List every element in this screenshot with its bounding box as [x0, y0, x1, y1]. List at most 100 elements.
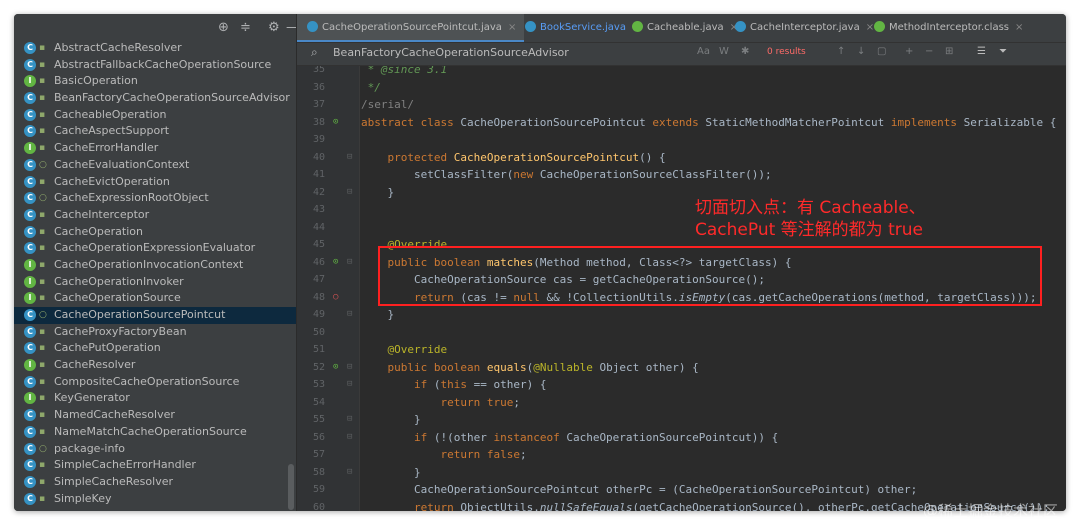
tree-item[interactable]: C ▪ CachePutOperation	[14, 340, 296, 357]
code-line[interactable]: 35 * @since 3.1	[297, 66, 1066, 79]
fold-icon[interactable]: ⊟	[347, 411, 352, 429]
options-icon[interactable]: ☰	[977, 46, 986, 57]
code-text: /serial/	[361, 98, 414, 111]
code-line[interactable]: 37/serial/	[297, 96, 1066, 114]
locate-icon[interactable]: ⊕	[218, 20, 229, 36]
tree-item[interactable]: C ▪ CacheProxyFactoryBean	[14, 324, 296, 341]
search-input[interactable]: BeanFactoryCacheOperationSourceAdvisor	[333, 46, 569, 59]
tree-item[interactable]: C ○ CacheExpressionRootObject	[14, 190, 296, 207]
prev-occurrence-icon[interactable]: ↑	[837, 46, 845, 57]
fold-icon[interactable]: ⊟	[347, 149, 352, 167]
words-toggle[interactable]: W	[719, 46, 729, 57]
editor-tab[interactable]: CacheOperationSourcePointcut.java ×	[297, 14, 525, 42]
fold-icon[interactable]: ⊟	[347, 359, 352, 377]
occurrences-icon[interactable]: ⊞	[945, 46, 953, 57]
code-line[interactable]: 52 ⊙ ⊟ public boolean equals(@Nullable Obj…	[297, 359, 1066, 377]
code-line[interactable]: 42 ⊟ }	[297, 184, 1066, 202]
code-line[interactable]: 38 ⊙ abstract class CacheOperationSourcePo…	[297, 114, 1066, 132]
tree-item[interactable]: I ▪ CacheOperationInvocationContext	[14, 257, 296, 274]
tree-item[interactable]: C ▪ SimpleKey	[14, 491, 296, 508]
file-type-icon	[632, 20, 643, 32]
breakpoint-icon[interactable]: ○	[333, 289, 338, 307]
fold-icon[interactable]: ⊟	[347, 429, 352, 447]
tree-item[interactable]: C ▪ NameMatchCacheOperationSource	[14, 424, 296, 441]
tree-item[interactable]: C ○ CacheEvaluationContext	[14, 157, 296, 174]
regex-icon[interactable]: ✱	[741, 46, 749, 57]
tree-item[interactable]: I ▪ CacheResolver	[14, 357, 296, 374]
access-icon: ▪	[39, 226, 46, 237]
code-text: return false;	[440, 448, 527, 461]
code-line[interactable]: 59 CacheOperationSourcePointcut otherPc …	[297, 481, 1066, 499]
remove-selection-icon[interactable]: −	[925, 46, 933, 57]
fold-icon[interactable]: ⊟	[347, 376, 352, 394]
fold-icon[interactable]: ⊟	[347, 464, 352, 482]
code-line[interactable]: 51 @Override	[297, 341, 1066, 359]
code-line[interactable]: 44	[297, 219, 1066, 237]
line-number: 46	[312, 256, 325, 268]
class-icon: C	[24, 42, 36, 54]
class-icon: C	[24, 175, 36, 188]
class-icon: C	[24, 325, 36, 338]
access-icon: ▪	[39, 259, 46, 270]
override-gutter-icon[interactable]: ⊙	[333, 254, 338, 272]
collapse-icon[interactable]: ≑	[240, 20, 251, 36]
code-line[interactable]: 39	[297, 131, 1066, 149]
match-case-toggle[interactable]: Aa	[697, 46, 710, 57]
select-all-icon[interactable]: ▢	[877, 46, 886, 57]
fold-icon[interactable]: ⊟	[347, 306, 352, 324]
tree-item-label: BasicOperation	[54, 74, 138, 88]
tree-item[interactable]: C ○ package-info	[14, 441, 296, 458]
tree-item[interactable]: C ▪ CacheInterceptor	[14, 207, 296, 224]
tree-item[interactable]: I ▪ CacheErrorHandler	[14, 140, 296, 157]
code-line[interactable]: 40 ⊟ protected CacheOperationSourcePointc…	[297, 149, 1066, 167]
next-occurrence-icon[interactable]: ↓	[857, 46, 865, 57]
tree-item[interactable]: C ▪ BeanFactoryCacheOperationSourceAdvisor	[14, 90, 296, 107]
class-icon: C	[24, 409, 36, 422]
hide-icon[interactable]: —	[286, 20, 296, 36]
code-line[interactable]: 58 ⊟ }	[297, 464, 1066, 482]
tree-item[interactable]: C ▪ SimpleCacheErrorHandler	[14, 457, 296, 474]
tree-item[interactable]: C ▪ AbstractFallbackCacheOperationSource	[14, 57, 296, 74]
code-line[interactable]: 56 ⊟ if (!(other instanceof CacheOperatio…	[297, 429, 1066, 447]
class-icon: C	[24, 108, 36, 121]
override-gutter-icon[interactable]: ⊙	[333, 359, 338, 377]
code-line[interactable]: 57 return false;	[297, 446, 1066, 464]
gear-icon[interactable]: ⚙	[268, 20, 280, 36]
code-line[interactable]: 41 setClassFilter(new CacheOperationSour…	[297, 166, 1066, 184]
editor-tab[interactable]: MethodInterceptor.class ×	[864, 14, 1031, 42]
code-line[interactable]: 36 */	[297, 79, 1066, 97]
tree-item[interactable]: I ▪ CacheOperationInvoker	[14, 274, 296, 291]
project-scrollbar[interactable]	[288, 464, 294, 510]
tree-item[interactable]: C ▪ CacheOperationExpressionEvaluator	[14, 240, 296, 257]
code-line[interactable]: 50	[297, 324, 1066, 342]
tree-item[interactable]: I ▪ BasicOperation	[14, 73, 296, 90]
tree-item[interactable]: I ▪ CacheOperationSource	[14, 290, 296, 307]
code-line[interactable]: 55 ⊟ }	[297, 411, 1066, 429]
tree-item[interactable]: C ▪ NamedCacheResolver	[14, 407, 296, 424]
code-line[interactable]: 53 ⊟ if (this == other) {	[297, 376, 1066, 394]
tree-item[interactable]: C ▪ CacheableOperation	[14, 107, 296, 124]
tree-item[interactable]: C ▪ CacheOperation	[14, 224, 296, 241]
add-selection-icon[interactable]: +	[905, 46, 913, 57]
tree-item[interactable]: C ○ CacheOperationSourcePointcut	[14, 307, 296, 324]
tree-item[interactable]: C ▪ AbstractCacheResolver	[14, 40, 296, 57]
access-icon: ▪	[39, 209, 46, 220]
line-number: 51	[312, 344, 325, 355]
tree-item[interactable]: C ▪ CacheAspectSupport	[14, 123, 296, 140]
tree-item[interactable]: C ▪ CompositeCacheOperationSource	[14, 374, 296, 391]
close-icon[interactable]: ×	[1015, 22, 1023, 33]
tree-item[interactable]: C ▪ CacheEvictOperation	[14, 174, 296, 191]
filter-icon[interactable]: ⏷	[999, 46, 1007, 57]
tab-label: MethodInterceptor.class	[889, 22, 1009, 33]
class-icon: C	[24, 309, 36, 321]
code-line[interactable]: 43	[297, 201, 1066, 219]
code-line[interactable]: 54 return true;	[297, 394, 1066, 412]
editor-tab[interactable]: CacheInterceptor.java ×	[725, 14, 882, 42]
class-icon: C	[24, 492, 36, 505]
tree-item[interactable]: I ▪ KeyGenerator	[14, 390, 296, 407]
tree-item[interactable]: C ▪ SimpleCacheResolver	[14, 474, 296, 491]
fold-icon[interactable]: ⊟	[347, 254, 352, 272]
override-gutter-icon[interactable]: ⊙	[333, 114, 338, 132]
fold-icon[interactable]: ⊟	[347, 184, 352, 202]
code-line[interactable]: 49 ⊟ }	[297, 306, 1066, 324]
